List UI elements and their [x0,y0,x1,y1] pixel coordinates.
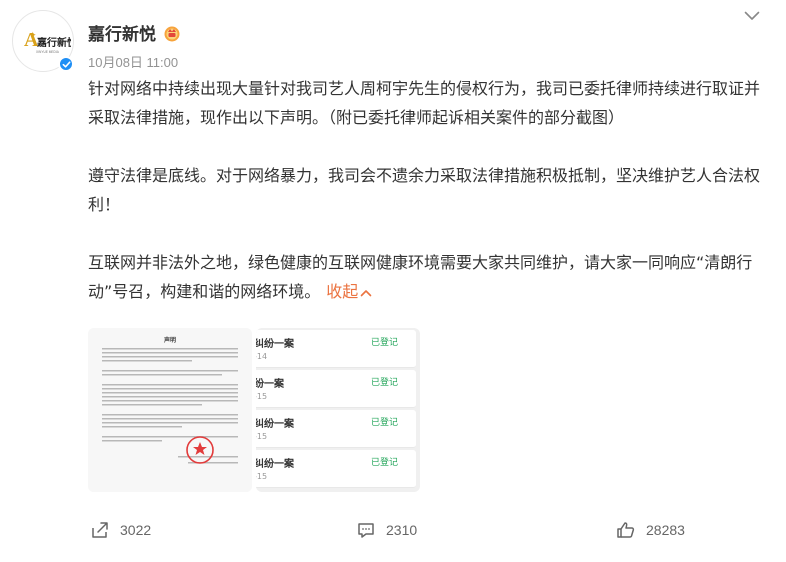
collapse-link[interactable]: 收起 [326,282,372,301]
author-name[interactable]: 嘉行新悦 [88,20,156,45]
more-menu-button[interactable] [740,6,764,26]
status-badge: 已登记 [370,458,398,468]
post-paragraph: 互联网并非法外之地，绿色健康的互联网健康环境需要大家共同维护，请大家一同响应“清… [88,253,753,301]
status-badge: 已登记 [370,418,398,428]
share-count: 3022 [120,522,152,538]
case-item: 纠纷一案 已登记 -14 [256,330,416,368]
case-item: 纠纷一案 已登记 -15 [256,410,416,448]
post-content: 针对网络中持续出现大量针对我司艺人周柯宇先生的侵权行为，我司已委托律师持续进行取… [88,74,764,306]
share-icon [92,522,108,538]
status-badge: 已登记 [370,338,398,348]
chevron-down-icon [744,11,760,20]
like-button[interactable]: 28283 [616,520,685,540]
share-button[interactable]: 3022 [90,520,151,540]
statement-document: 声明 [88,328,252,492]
status-badge: 已登记 [370,378,398,388]
like-icon [617,522,635,538]
svg-text:嘉行新悦: 嘉行新悦 [36,36,71,49]
post-paragraph: 遵守法律是底线。对于网络暴力，我司会不遗余力采取法律措施积极抵制，坚决维护艺人合… [88,166,761,214]
document-image[interactable]: 声明 [88,328,252,492]
post-paragraph: 针对网络中持续出现大量针对我司艺人周柯宇先生的侵权行为，我司已委托律师持续进行取… [88,79,761,127]
image-gallery: 声明 纠纷一案 已登记 14 纷一案 已登记 15 纠纷一案 已登记 15 纠纷… [88,328,420,492]
svg-text:✦: ✦ [29,31,37,41]
comment-count: 2310 [386,522,418,538]
case-item: 纷一案 已登记 -15 [256,370,416,408]
case-list-image[interactable]: 纠纷一案 已登记 -14 纷一案 已登记 -15 纠纷一案 已登记 -15 纠纷… [256,328,420,492]
comment-button[interactable]: 2310 [356,520,417,540]
chevron-up-icon [361,289,372,296]
action-bar: 3022 2310 28283 [0,520,786,548]
svg-text:XINYUE MEDIA: XINYUE MEDIA [36,50,60,54]
like-count: 28283 [646,522,685,538]
verified-icon [58,56,74,72]
comment-icon [358,523,374,538]
post-time[interactable]: 10月08日 11:00 [88,52,178,71]
badge-icon[interactable] [162,23,182,43]
case-item: 纠纷一案 已登记 -15 [256,450,416,488]
svg-text:声明: 声明 [163,336,176,344]
